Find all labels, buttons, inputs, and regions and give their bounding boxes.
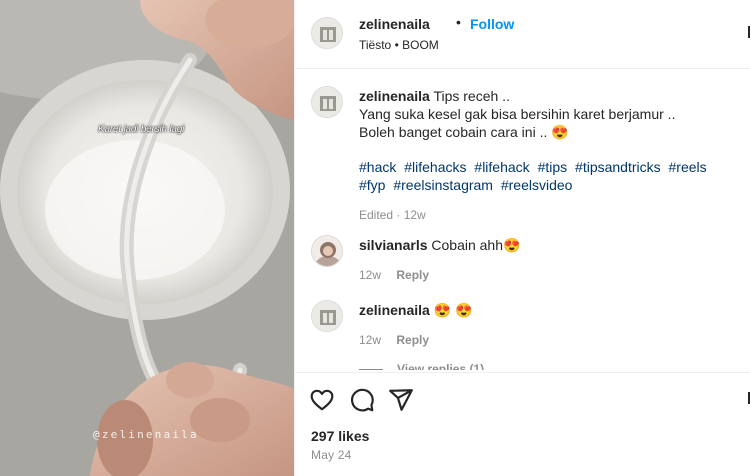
hashtag-link[interactable]: #lifehacks (404, 159, 466, 175)
audio-track-link[interactable]: Tiësto • BOOM (359, 38, 439, 52)
comment-username[interactable]: silvianarls (359, 237, 428, 253)
comment-text: Cobain ahh😍 (431, 237, 521, 253)
hashtag-link[interactable]: #tips (538, 159, 568, 175)
hashtag-link[interactable]: #tipsandtricks (575, 159, 661, 175)
post-header: zelinenaila • Follow Tiësto • BOOM (295, 0, 750, 69)
comment-icon[interactable] (349, 387, 375, 413)
caption-meta: Edited · 12w (359, 208, 426, 222)
post-date: May 24 (311, 448, 352, 462)
author-avatar[interactable] (311, 17, 343, 49)
header-separator: • (456, 14, 461, 30)
comment-text: 😍 😍 (433, 302, 473, 318)
media-image (0, 0, 294, 476)
comments-list[interactable]: zelinenaila Tips receh .. Yang suka kese… (295, 70, 750, 370)
reply-button[interactable]: Reply (396, 268, 429, 282)
media-overlay-caption: Karet jadi bersih lagi (98, 124, 185, 135)
media-watermark: @zelinenaila (93, 428, 199, 441)
heart-icon[interactable] (309, 387, 335, 413)
hashtag-link[interactable]: #hack (359, 159, 396, 175)
likes-count[interactable]: 297 likes (311, 428, 369, 444)
author-username[interactable]: zelinenaila (359, 16, 430, 32)
caption-avatar[interactable] (311, 86, 343, 118)
follow-button[interactable]: Follow (470, 16, 514, 32)
caption-username[interactable]: zelinenaila (359, 88, 430, 104)
caption-hashtags: #hack #lifehacks #lifehack #tips #tipsan… (359, 158, 735, 194)
commenter-avatar[interactable] (311, 235, 343, 267)
comment-username[interactable]: zelinenaila (359, 302, 430, 318)
share-icon[interactable] (388, 387, 414, 413)
hashtag-link[interactable]: #fyp (359, 177, 385, 193)
hashtag-link[interactable]: #lifehack (474, 159, 529, 175)
hashtag-link[interactable]: #reelsvideo (501, 177, 573, 193)
post-side-panel: zelinenaila • Follow Tiësto • BOOM zelin… (294, 0, 750, 476)
view-replies-button[interactable]: View replies (1) (359, 362, 484, 370)
comment-time: 12w (359, 268, 382, 282)
caption-line: Yang suka kesel gak bisa bersihin karet … (359, 106, 676, 122)
post-actions: 297 likes May 24 (295, 372, 750, 476)
commenter-avatar[interactable] (311, 300, 343, 332)
comment-time: 12w (359, 333, 382, 347)
caption-line: Tips receh .. (433, 88, 510, 104)
caption-line: Boleh banget cobain cara ini .. 😍 (359, 124, 569, 140)
hashtag-link[interactable]: #reelsinstagram (393, 177, 493, 193)
reply-button[interactable]: Reply (396, 333, 429, 347)
post-media[interactable]: Karet jadi bersih lagi @zelinenaila (0, 0, 294, 476)
hashtag-link[interactable]: #reels (669, 159, 707, 175)
